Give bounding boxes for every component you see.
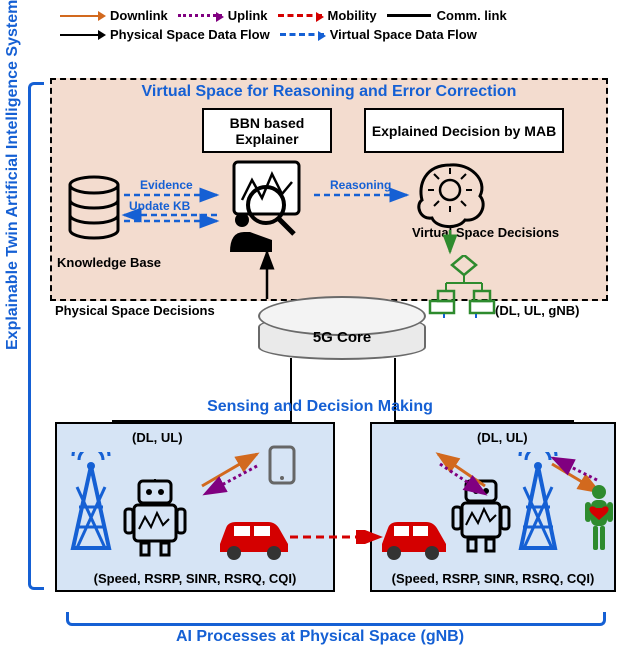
arrow-icon <box>280 33 324 36</box>
legend-physflow: Physical Space Data Flow <box>60 27 270 42</box>
mab-decision-box: Explained Decision by MAB <box>364 108 564 153</box>
knowledge-base-label: Knowledge Base <box>57 255 161 270</box>
idea-brain-icon <box>410 160 490 235</box>
arrow-icon <box>60 34 104 36</box>
reasoning-label: Reasoning <box>330 178 391 192</box>
link-arrows <box>197 446 277 496</box>
params-label: (Speed, RSRP, SINR, RSRQ, CQI) <box>372 571 614 586</box>
legend-mobility: Mobility <box>278 8 377 23</box>
virtual-flow-down <box>420 314 490 324</box>
physical-decisions-label: Physical Space Decisions <box>55 303 215 318</box>
magnifier-person-icon <box>224 160 314 260</box>
mab-label: Explained Decision by MAB <box>372 123 556 139</box>
cell-tower-icon <box>63 452 119 552</box>
legend-label: Comm. link <box>437 8 507 23</box>
bbn-label: BBN based Explainer <box>204 115 330 147</box>
5g-core: 5G Core <box>258 314 426 360</box>
smartphone-icon <box>267 444 297 486</box>
update-kb-label: Update KB <box>129 199 190 213</box>
legend-virtflow: Virtual Space Data Flow <box>280 27 477 42</box>
legend-label: Physical Space Data Flow <box>110 27 270 42</box>
arrow-icon <box>178 14 222 17</box>
legend-label: Mobility <box>328 8 377 23</box>
virtual-decisions-label: Virtual Space Decisions <box>412 225 559 240</box>
legend-downlink: Downlink <box>60 8 168 23</box>
dl-ul-gnb-label: (DL, UL, gNB) <box>495 303 579 318</box>
virtual-space-panel: Virtual Space for Reasoning and Error Co… <box>50 78 608 301</box>
arrow-icon <box>60 15 104 17</box>
legend-label: Downlink <box>110 8 168 23</box>
robot-icon <box>121 479 189 557</box>
left-bracket-icon <box>28 82 44 590</box>
physical-cell-left: (DL, UL) <box>55 422 335 592</box>
evidence-label: Evidence <box>140 178 193 192</box>
bottom-title: AI Processes at Physical Space (gNB) <box>0 628 640 646</box>
legend-label: Uplink <box>228 8 268 23</box>
physical-space-title: Sensing and Decision Making <box>0 398 640 416</box>
database-icon <box>67 175 122 250</box>
params-label: (Speed, RSRP, SINR, RSRQ, CQI) <box>57 571 333 586</box>
5g-core-label: 5G Core <box>313 329 371 346</box>
link-arrows <box>430 446 500 496</box>
human-heart-icon <box>582 484 616 554</box>
bottom-bracket-icon <box>66 612 606 626</box>
dl-ul-label: (DL, UL) <box>132 430 183 445</box>
mobility-arrow <box>288 530 388 544</box>
virtual-space-title: Virtual Space for Reasoning and Error Co… <box>52 83 606 101</box>
legend: Downlink Uplink Mobility Comm. link Phys… <box>60 8 630 46</box>
bbn-explainer-box: BBN based Explainer <box>202 108 332 153</box>
legend-commlink: Comm. link <box>387 8 507 23</box>
line-icon <box>387 14 431 17</box>
arrow-icon <box>278 14 322 17</box>
physical-cell-right: (DL, UL) <box>370 422 616 592</box>
vertical-title: Explainable Twin Artificial Intelligence… <box>4 0 22 350</box>
dl-ul-label: (DL, UL) <box>477 430 528 445</box>
car-icon <box>212 516 297 561</box>
legend-uplink: Uplink <box>178 8 268 23</box>
legend-label: Virtual Space Data Flow <box>330 27 477 42</box>
